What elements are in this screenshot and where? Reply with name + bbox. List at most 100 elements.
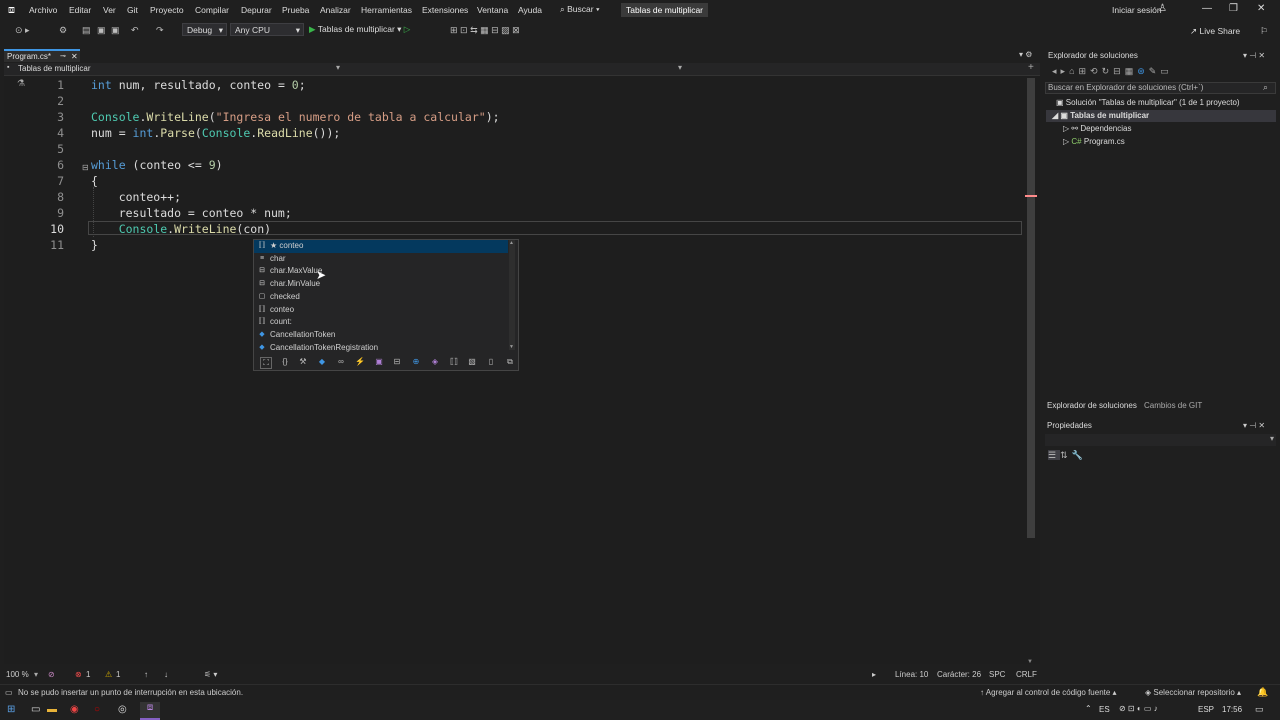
- windows-start-icon[interactable]: ⊞: [7, 704, 15, 715]
- extension-filter-icon[interactable]: ◈: [430, 357, 440, 367]
- menu-ver[interactable]: Ver: [103, 5, 116, 15]
- line-number[interactable]: 4: [40, 126, 64, 140]
- code-line[interactable]: conteo++;: [91, 190, 181, 204]
- error-count[interactable]: 1: [86, 670, 90, 679]
- struct-filter-icon[interactable]: ⊟: [392, 357, 402, 367]
- pin-icon[interactable]: ⊸: [60, 51, 66, 62]
- method-filter-icon[interactable]: ▣: [374, 357, 384, 367]
- switch-view-icon[interactable]: ⊞: [1079, 66, 1091, 76]
- alphabetical-icon[interactable]: ⇅: [1060, 450, 1072, 460]
- code-line[interactable]: Console.WriteLine(con): [91, 222, 271, 236]
- menu-git[interactable]: Git: [127, 5, 138, 15]
- field-filter-icon[interactable]: ▧: [467, 357, 477, 367]
- menu-depurar[interactable]: Depurar: [241, 5, 272, 15]
- refresh-icon[interactable]: ↻: [1102, 66, 1114, 76]
- save-all-icon[interactable]: ▣: [111, 25, 120, 36]
- account-icon[interactable]: ♙: [1158, 3, 1167, 14]
- local-filter-icon[interactable]: ⟦⟧: [449, 357, 459, 367]
- redo-icon[interactable]: ↷: [156, 25, 164, 36]
- config-dropdown[interactable]: Debug ▾: [182, 23, 227, 36]
- menu-prueba[interactable]: Prueba: [282, 5, 309, 15]
- line-number[interactable]: 7: [40, 174, 64, 188]
- menu-ventana[interactable]: Ventana: [477, 5, 508, 15]
- tree-dependencies[interactable]: ▷ ⚯ Dependencias: [1063, 124, 1131, 133]
- menu-herramientas[interactable]: Herramientas: [361, 5, 412, 15]
- tab-overflow-icon[interactable]: ▾ ⚙: [1019, 50, 1032, 59]
- panel-options-icon[interactable]: ▾ ⊣ ✕: [1243, 51, 1265, 60]
- close-tab-icon[interactable]: ✕: [71, 51, 78, 62]
- tree-project[interactable]: ◢ ▣ Tablas de multiplicar: [1052, 111, 1149, 120]
- scroll-up-icon[interactable]: ▲: [509, 240, 514, 246]
- tray-icons[interactable]: ⊘ ⊡ ◐ ▭ ♪: [1119, 704, 1158, 713]
- toolbar-misc-icon[interactable]: ⊞ ⊡ ⇆ ▦ ⊟ ▨ ⊠: [450, 25, 520, 36]
- forward-icon[interactable]: ▸: [1061, 66, 1070, 76]
- intellisense-item[interactable]: ⊟ char.MinValue: [254, 278, 508, 291]
- collapse-all-icon[interactable]: ⊟: [1113, 66, 1125, 76]
- delegate-filter-icon[interactable]: ∞: [336, 357, 346, 367]
- chevron-down-icon[interactable]: ▾: [336, 63, 340, 72]
- chrome-icon[interactable]: ◉: [70, 704, 79, 715]
- visual-studio-taskbar-icon[interactable]: ⧈: [140, 702, 160, 720]
- line-number[interactable]: 2: [40, 94, 64, 108]
- panel-options-icon[interactable]: ▾ ⊣ ✕: [1243, 421, 1265, 430]
- code-line[interactable]: while (conteo <= 9): [91, 158, 223, 172]
- code-line[interactable]: }: [91, 238, 98, 252]
- play-no-debug-icon[interactable]: ▷: [404, 24, 411, 34]
- intellisense-item[interactable]: ⊟ char.MaxValue: [254, 265, 508, 278]
- tray-chevron-icon[interactable]: ⌃: [1085, 704, 1092, 713]
- collapse-icon[interactable]: ⊟: [82, 163, 89, 172]
- interface-filter-icon[interactable]: ⊕: [411, 357, 421, 367]
- intellisense-scrollbar[interactable]: ▲ ▼: [509, 240, 515, 350]
- feedback-icon[interactable]: ⚐: [1260, 26, 1268, 37]
- event-filter-icon[interactable]: ⚡: [355, 357, 365, 367]
- intellisense-item[interactable]: ⟦⟧ count:: [254, 316, 508, 329]
- minimize-icon[interactable]: —: [1202, 3, 1212, 14]
- sign-in-button[interactable]: Iniciar sesión: [1112, 5, 1162, 15]
- expand-arrow-icon[interactable]: ◢: [1052, 111, 1058, 120]
- code-line[interactable]: int num, resultado, conteo = 0;: [91, 78, 306, 92]
- chevron-down-icon[interactable]: ▾: [678, 63, 682, 72]
- quick-actions-icon[interactable]: ⚗: [17, 78, 25, 89]
- intellisense-item[interactable]: ⟦⟧ conteo: [254, 304, 508, 317]
- warning-icon[interactable]: ⚠: [105, 670, 112, 679]
- search-button[interactable]: ⌕ Buscar ▾: [560, 4, 600, 15]
- line-number[interactable]: 8: [40, 190, 64, 204]
- save-icon[interactable]: ▣: [97, 25, 106, 36]
- search-icon[interactable]: ▭: [31, 704, 40, 715]
- new-item-icon[interactable]: ⚙: [59, 25, 67, 36]
- arrow-up-icon[interactable]: ↑: [144, 670, 148, 679]
- intellisense-item[interactable]: ≡ char: [254, 253, 508, 266]
- tab-program-cs[interactable]: Program.cs* ⊸ ✕: [4, 49, 80, 62]
- undo-icon[interactable]: ↶: [131, 25, 139, 36]
- opera-icon[interactable]: ○: [94, 704, 100, 715]
- file-explorer-icon[interactable]: ▬: [47, 704, 57, 715]
- search-icon[interactable]: ⌕: [1263, 82, 1268, 93]
- code-line[interactable]: {: [91, 174, 98, 188]
- preview-icon[interactable]: ⊛: [1137, 66, 1149, 76]
- keyboard-layout[interactable]: ESP: [1198, 705, 1214, 714]
- expand-filter-icon[interactable]: ⛶: [260, 357, 272, 369]
- wrench-icon[interactable]: ✎: [1149, 66, 1161, 76]
- intellisense-item[interactable]: ◆ CancellationTokenRegistration: [254, 342, 508, 355]
- categorized-icon[interactable]: ☰: [1048, 450, 1061, 460]
- notifications-icon[interactable]: 🔔: [1257, 687, 1268, 698]
- code-health-icon[interactable]: ⊘: [48, 670, 55, 679]
- sync-icon[interactable]: ⟲: [1090, 66, 1102, 76]
- code-line[interactable]: Console.WriteLine("Ingresa el numero de …: [91, 110, 500, 124]
- property-pages-icon[interactable]: 🔧: [1072, 450, 1087, 460]
- menu-analizar[interactable]: Analizar: [320, 5, 351, 15]
- line-number[interactable]: 10: [40, 222, 64, 236]
- target-typed-filter-icon[interactable]: ⧉: [505, 357, 515, 367]
- menu-editar[interactable]: Editar: [69, 5, 91, 15]
- intellisense-item[interactable]: ⟦⟧ ★ conteo: [254, 240, 508, 253]
- properties-object-dropdown[interactable]: ▾: [1045, 434, 1276, 446]
- intellisense-popup[interactable]: ⟦⟧ ★ conteo ≡ char ⊟ char.MaxValue ⊟ char.MinVa…: [253, 239, 519, 355]
- line-number[interactable]: 3: [40, 110, 64, 124]
- scroll-down-icon[interactable]: ▼: [509, 344, 514, 350]
- brush-icon[interactable]: ⚟ ▾: [204, 670, 217, 679]
- platform-dropdown[interactable]: Any CPU ▾: [230, 23, 304, 36]
- visual-studio-logo-icon[interactable]: ⧈: [8, 4, 22, 17]
- close-window-icon[interactable]: ✕: [1257, 3, 1265, 14]
- menu-proyecto[interactable]: Proyecto: [150, 5, 184, 15]
- tab-git-changes[interactable]: Cambios de GIT: [1144, 401, 1202, 410]
